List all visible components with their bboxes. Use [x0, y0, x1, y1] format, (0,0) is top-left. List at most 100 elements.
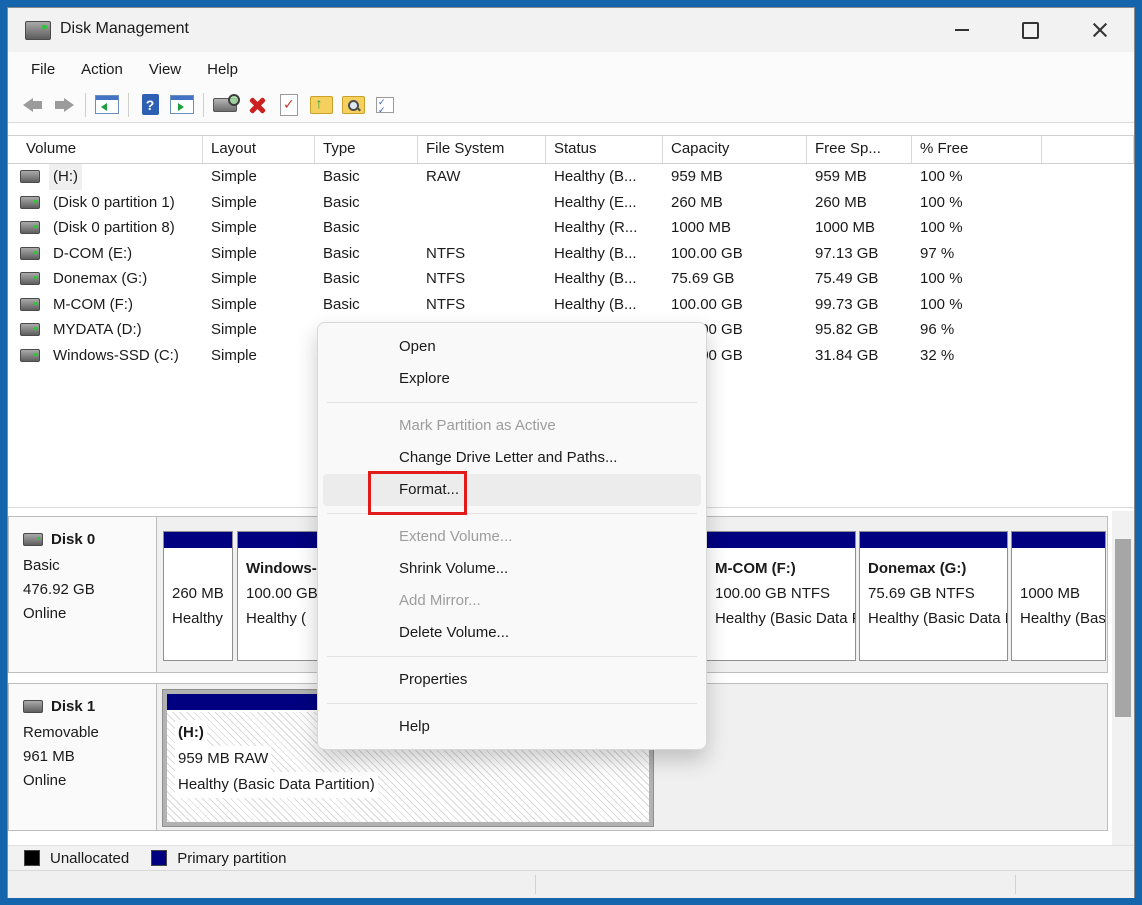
open-button[interactable]: [305, 91, 337, 119]
disk-1-type: Removable: [23, 721, 156, 745]
legend-bar: Unallocated Primary partition: [8, 845, 1134, 870]
volume-context-menu: Open Explore Mark Partition as Active Ch…: [317, 322, 707, 750]
col-file-system[interactable]: File System: [418, 136, 546, 163]
unallocated-swatch: [24, 850, 40, 866]
action-pane-icon: [170, 95, 194, 114]
col-status[interactable]: Status: [546, 136, 663, 163]
disk-0-size: 476.92 GB: [23, 578, 156, 602]
partition-efi[interactable]: 260 MBHealthy: [163, 531, 233, 661]
console-tree-icon: [95, 95, 119, 114]
red-x-icon: [248, 96, 266, 114]
menu-bar: File Action View Help: [8, 52, 1134, 87]
close-icon: [1092, 22, 1108, 38]
disk-0-label[interactable]: Disk 0 Basic 476.92 GB Online: [9, 517, 157, 672]
disk-0-type: Basic: [23, 554, 156, 578]
title-bar: Disk Management: [8, 8, 1134, 52]
menu-separator: [318, 649, 706, 664]
menu-item-shrink-volume[interactable]: Shrink Volume...: [323, 553, 701, 585]
minimize-button[interactable]: [939, 14, 985, 46]
show-action-pane-button[interactable]: [166, 91, 198, 119]
partition-donemax[interactable]: Donemax (G:)75.69 GB NTFSHealthy (Basic …: [859, 531, 1008, 661]
menu-item-add-mirror: Add Mirror...: [323, 585, 701, 617]
menu-item-delete-volume[interactable]: Delete Volume...: [323, 617, 701, 649]
table-row-mcom[interactable]: M-COM (F:) Simple Basic NTFS Healthy (B.…: [8, 292, 1134, 318]
menu-action[interactable]: Action: [68, 52, 136, 87]
table-row-dcom[interactable]: D-COM (E:) Simple Basic NTFS Healthy (B.…: [8, 241, 1134, 267]
volume-icon: [20, 272, 40, 285]
toolbar-separator: [128, 93, 129, 117]
screenshot-frame: Disk Management File Action View Help ?: [0, 0, 1142, 905]
col-layout[interactable]: Layout: [203, 136, 315, 163]
table-row-partition1[interactable]: (Disk 0 partition 1) Simple Basic Health…: [8, 190, 1134, 216]
menu-item-open[interactable]: Open: [323, 331, 701, 363]
menu-view[interactable]: View: [136, 52, 194, 87]
disk-management-app-icon: [25, 21, 51, 40]
primary-partition-label: Primary partition: [177, 850, 286, 867]
primary-partition-bar: [1012, 532, 1105, 550]
menu-separator: [318, 696, 706, 711]
table-row-partition8[interactable]: (Disk 0 partition 8) Simple Basic Health…: [8, 215, 1134, 241]
close-button[interactable]: [1077, 14, 1123, 46]
explore-button[interactable]: [337, 91, 369, 119]
menu-item-properties[interactable]: Properties: [323, 664, 701, 696]
menu-separator: [318, 395, 706, 410]
volume-icon: [20, 247, 40, 260]
forward-button[interactable]: [48, 91, 80, 119]
disk-1-label[interactable]: Disk 1 Removable 961 MB Online: [9, 684, 157, 830]
forward-arrow-icon: [55, 98, 74, 112]
minimize-icon: [955, 29, 969, 31]
help-icon: ?: [142, 94, 159, 115]
menu-item-explore[interactable]: Explore: [323, 363, 701, 395]
menu-help[interactable]: Help: [194, 52, 251, 87]
view-options-button[interactable]: ✓✓: [369, 91, 401, 119]
status-bar-divider: [1015, 875, 1016, 894]
menu-item-format[interactable]: Format...: [323, 474, 701, 506]
table-row-h[interactable]: (H:) Simple Basic RAW Healthy (B... 959 …: [8, 164, 1134, 190]
rescan-disk-icon: [213, 98, 237, 112]
toolbar-separator: [85, 93, 86, 117]
rescan-disks-button[interactable]: [209, 91, 241, 119]
vertical-scrollbar[interactable]: [1112, 511, 1134, 845]
help-button[interactable]: ?: [134, 91, 166, 119]
status-bar-divider: [535, 875, 536, 894]
primary-partition-bar: [707, 532, 855, 550]
partition-mcom[interactable]: M-COM (F:)100.00 GB NTFSHealthy (Basic D…: [706, 531, 856, 661]
disk-1-status: Online: [23, 769, 156, 793]
primary-partition-bar: [164, 532, 232, 550]
back-arrow-icon: [23, 98, 42, 112]
scrollbar-thumb[interactable]: [1115, 539, 1131, 717]
col-pct-free[interactable]: % Free: [912, 136, 1042, 163]
menu-item-mark-partition-active: Mark Partition as Active: [323, 410, 701, 442]
disk-management-window: Disk Management File Action View Help ?: [8, 8, 1134, 897]
delete-volume-button[interactable]: [241, 91, 273, 119]
show-console-tree-button[interactable]: [91, 91, 123, 119]
disk-icon: [23, 533, 43, 546]
checklist-icon: ✓✓: [376, 97, 394, 113]
folder-magnifier-icon: [342, 96, 365, 114]
col-volume[interactable]: Volume: [8, 136, 203, 163]
col-type[interactable]: Type: [315, 136, 418, 163]
set-active-partition-button[interactable]: [273, 91, 305, 119]
table-row-donemax[interactable]: Donemax (G:) Simple Basic NTFS Healthy (…: [8, 266, 1134, 292]
menu-item-extend-volume: Extend Volume...: [323, 521, 701, 553]
disk-0-status: Online: [23, 602, 156, 626]
partition-recovery[interactable]: 1000 MBHealthy (Basic Data Partition): [1011, 531, 1106, 661]
volume-icon: [20, 196, 40, 209]
menu-file[interactable]: File: [18, 52, 68, 87]
volume-icon: [20, 298, 40, 311]
back-button[interactable]: [16, 91, 48, 119]
col-free-space[interactable]: Free Sp...: [807, 136, 912, 163]
menu-item-help[interactable]: Help: [323, 711, 701, 743]
primary-partition-bar: [860, 532, 1007, 550]
volume-icon: [20, 349, 40, 362]
menu-separator: [318, 506, 706, 521]
menu-item-change-drive-letter[interactable]: Change Drive Letter and Paths...: [323, 442, 701, 474]
status-bar: [8, 870, 1134, 898]
col-capacity[interactable]: Capacity: [663, 136, 807, 163]
maximize-button[interactable]: [1007, 14, 1053, 46]
disk-icon: [23, 700, 43, 713]
volume-icon: [20, 170, 40, 183]
unallocated-label: Unallocated: [50, 850, 129, 867]
toolbar-separator: [203, 93, 204, 117]
maximize-icon: [1022, 22, 1039, 39]
